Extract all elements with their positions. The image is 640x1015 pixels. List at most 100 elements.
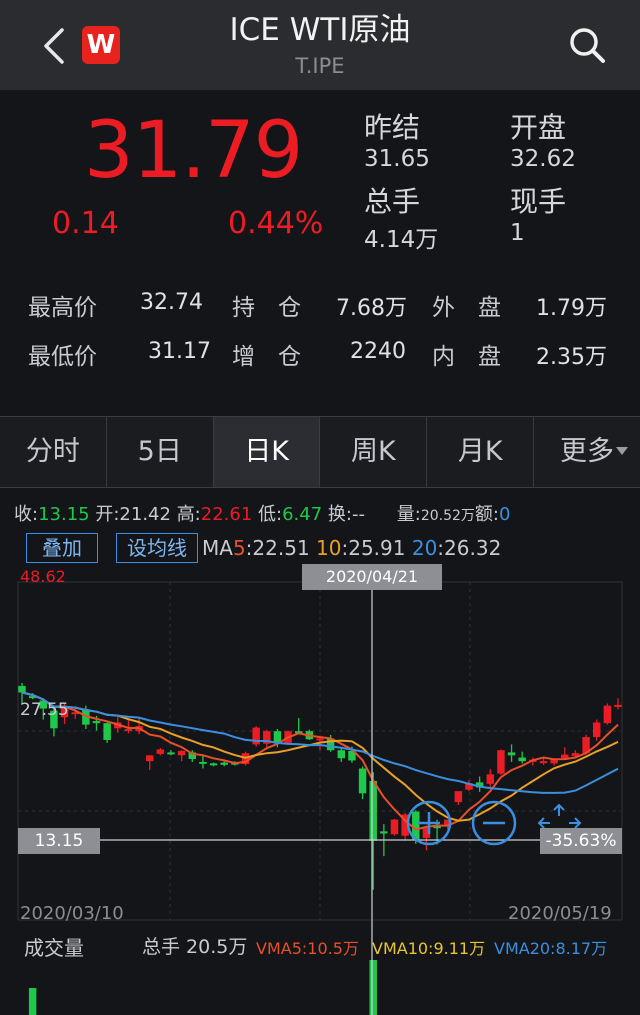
tab-monthly-k[interactable]: 月K <box>427 417 535 487</box>
current-volume-label: 现手 <box>510 185 567 218</box>
ohlc-open-label: 开: <box>95 504 120 525</box>
last-price: 31.79 <box>84 106 303 196</box>
dropdown-triangle-icon <box>615 447 628 455</box>
candle-body <box>199 761 207 764</box>
candle-body <box>614 704 622 707</box>
app-logo-icon: W <box>82 26 120 64</box>
back-chevron-icon[interactable] <box>36 24 76 68</box>
ohlc-open: 21.42 <box>119 504 171 525</box>
period-tabs: 分时 5日 日K 周K 月K 更多 <box>0 416 640 488</box>
candle-body <box>92 720 101 724</box>
candle-body <box>316 738 324 741</box>
ohlc-volume: 20.52万 <box>420 508 475 524</box>
ohlc-close-label: 收: <box>14 504 39 525</box>
vma5-value: VMA5:10.5万 <box>256 939 359 958</box>
ohlc-amount-label: 额: <box>474 504 499 525</box>
x-axis-start-date: 2020/03/10 <box>20 903 124 924</box>
ohlc-turnover: -- <box>352 504 365 525</box>
y-axis-mid-label: 27.55 <box>20 700 69 720</box>
total-volume-value: 4.14万 <box>364 227 439 253</box>
open-value: 32.62 <box>510 146 576 172</box>
tab-weekly-k[interactable]: 周K <box>320 417 428 487</box>
chart-grid <box>17 581 623 921</box>
outer-value: 1.79万 <box>536 296 607 321</box>
tab-intraday[interactable]: 分时 <box>0 417 107 487</box>
vma20-value: VMA20:8.17万 <box>494 939 608 958</box>
volume-bars <box>28 960 377 1015</box>
ohlc-summary: 收:13.15 开:21.42 高:22.61 低:6.47 换:-- 量:20… <box>14 500 510 526</box>
y-axis-max-label: 48.62 <box>20 567 66 586</box>
candle-body <box>603 705 612 724</box>
oi-change-value: 2240 <box>350 339 406 364</box>
candle-body <box>380 831 388 834</box>
ohlc-amount: 0 <box>498 504 511 525</box>
candle-body <box>167 752 175 755</box>
oi-change-label: 增 仓 <box>232 344 301 370</box>
volume-bar <box>369 960 377 1015</box>
candle-body <box>209 763 218 766</box>
ma-label: MA <box>202 536 233 560</box>
ohlc-high-label: 高: <box>176 504 201 525</box>
x-axis-end-date: 2020/05/19 <box>508 903 612 924</box>
candle-body <box>390 819 399 835</box>
candle-body <box>18 685 26 693</box>
ohlc-low: 6.47 <box>282 504 323 525</box>
ohlc-high: 22.61 <box>200 504 253 525</box>
inner-label: 内 盘 <box>432 344 501 370</box>
candle-body <box>358 768 367 794</box>
instrument-code: T.IPE <box>295 54 345 78</box>
candle-body <box>103 723 111 740</box>
set-ma-button[interactable]: 设均线 <box>116 533 198 563</box>
candle-body <box>337 750 346 759</box>
price-change: 0.14 <box>52 206 119 241</box>
high-label: 最高价 <box>28 295 97 321</box>
tab-more[interactable]: 更多 <box>534 417 640 487</box>
cursor-pct-badge: -35.63% <box>540 828 622 854</box>
ma5-key: 5 <box>232 536 246 560</box>
volume-total: 总手 20.5万 <box>142 936 248 958</box>
tab-daily-k[interactable]: 日K <box>213 417 321 487</box>
candle-body <box>156 749 165 754</box>
candle-body <box>592 722 601 738</box>
candle-body <box>454 791 463 803</box>
candle-body <box>539 761 548 764</box>
prev-settle-label: 昨结 <box>364 111 421 144</box>
zoom-out-icon[interactable] <box>471 800 517 846</box>
ma20-key: 20 <box>411 536 438 560</box>
low-label: 最低价 <box>28 344 97 370</box>
ohlc-close: 13.15 <box>38 504 90 525</box>
high-value: 32.74 <box>140 290 203 315</box>
inner-value: 2.35万 <box>536 345 607 370</box>
candle-body <box>177 750 186 756</box>
candle-body <box>124 729 133 732</box>
volume-label: 成交量 <box>24 936 84 960</box>
open-label: 开盘 <box>510 111 567 144</box>
ma20-value: :26.32 <box>437 536 502 560</box>
candle-body <box>220 762 228 765</box>
ohlc-turnover-label: 换: <box>327 504 352 525</box>
overlay-button[interactable]: 叠加 <box>26 533 98 563</box>
search-icon[interactable] <box>566 24 608 66</box>
ma10-value: :25.91 <box>341 536 406 560</box>
current-volume-value: 1 <box>510 220 525 246</box>
cursor-price-badge: 13.15 <box>18 828 100 854</box>
candle-body <box>507 752 516 756</box>
open-interest-label: 持 仓 <box>232 295 301 321</box>
prev-settle-value: 31.65 <box>364 146 430 172</box>
low-value: 31.17 <box>148 339 211 364</box>
ma5-line <box>21 691 619 831</box>
cursor-date-badge: 2020/04/21 <box>302 564 442 590</box>
ohlc-low-label: 低: <box>258 504 283 525</box>
page-title: ICE WTI原油 <box>229 12 411 48</box>
tab-more-label: 更多 <box>560 436 615 467</box>
ma5-value: :22.51 <box>245 536 310 560</box>
candle-body <box>369 780 377 841</box>
ma-legend: MA5:22.51 10:25.91 20:26.32 <box>202 536 501 560</box>
tab-5day[interactable]: 5日 <box>107 417 214 487</box>
ohlc-volume-label: 量: <box>396 504 421 525</box>
outer-label: 外 盘 <box>432 295 501 321</box>
ma-lines <box>21 691 619 831</box>
candle-body <box>486 774 495 784</box>
price-change-pct: 0.44% <box>228 206 324 241</box>
open-interest-value: 7.68万 <box>336 296 407 321</box>
